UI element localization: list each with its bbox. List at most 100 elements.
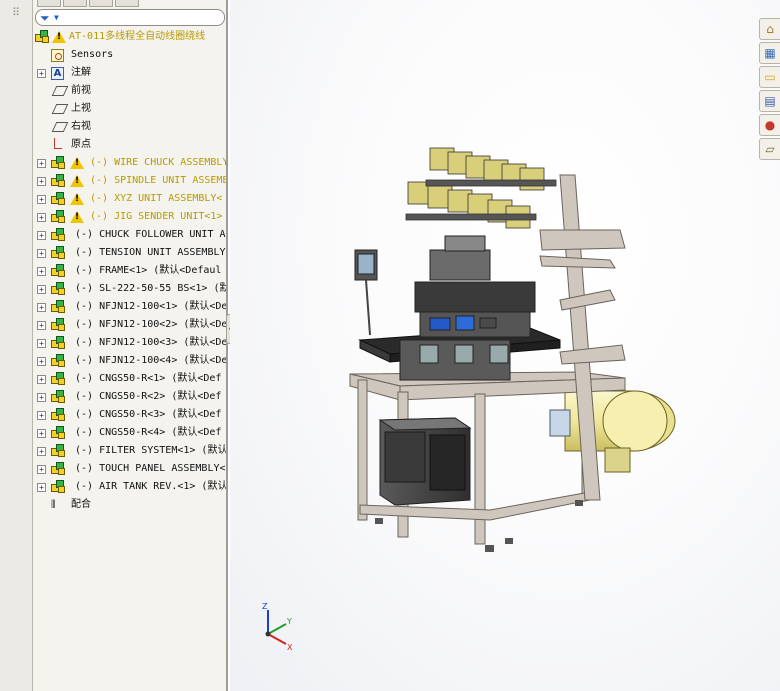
- tree-item[interactable]: + (-) NFJN12-100<3> (默认<De: [33, 334, 226, 352]
- tree-item[interactable]: + (-) CNGS50-R<2> (默认<Def: [33, 388, 226, 406]
- tree-item-label: (-) JIG SENDER UNIT<1>: [90, 211, 223, 222]
- tree-item[interactable]: + (-) JIG SENDER UNIT<1>: [33, 208, 226, 226]
- funnel-icon[interactable]: ⏷: [40, 11, 50, 25]
- expand-icon[interactable]: +: [37, 465, 46, 474]
- tree-filter-input[interactable]: ⏷ ▼: [35, 9, 225, 26]
- tree-item[interactable]: + (-) CNGS50-R<4> (默认<Def: [33, 424, 226, 442]
- tension-units[interactable]: [405, 147, 557, 229]
- tree-item[interactable]: + (-) TOUCH PANEL ASSEMBLY<: [33, 460, 226, 478]
- tree-item[interactable]: + (-) FILTER SYSTEM<1> (默认: [33, 442, 228, 460]
- display-manager-tab[interactable]: [115, 0, 139, 7]
- expand-icon[interactable]: +: [37, 411, 46, 420]
- warning-icon: [70, 175, 84, 187]
- axis-triad-icon: Z Y X: [262, 602, 293, 652]
- design-library-icon[interactable]: ▦: [759, 42, 780, 64]
- chevron-down-icon[interactable]: ▼: [54, 12, 59, 24]
- expand-icon[interactable]: +: [37, 321, 46, 330]
- touch-panel[interactable]: [354, 249, 378, 336]
- tree-item[interactable]: + (-) WIRE CHUCK ASSEMBLY: [33, 154, 228, 172]
- file-explorer-icon[interactable]: ▭: [759, 66, 780, 88]
- tree-item-label: (-) WIRE CHUCK ASSEMBLY: [90, 157, 228, 168]
- panel-grip-icon[interactable]: ⠿: [9, 6, 23, 34]
- feature-manager-tabs: [33, 0, 226, 7]
- feature-manager-tab[interactable]: [37, 0, 61, 7]
- subassembly-icon: [51, 336, 66, 350]
- plane-icon: [51, 104, 69, 114]
- home-icon[interactable]: ⌂: [759, 18, 780, 40]
- xyz-unit[interactable]: [399, 235, 536, 381]
- expand-icon[interactable]: +: [37, 69, 46, 78]
- graphics-area[interactable]: Z Y X: [230, 0, 780, 691]
- expand-icon[interactable]: +: [37, 177, 46, 186]
- annotation-icon: A: [51, 67, 64, 80]
- tree-item-label: (-) CNGS50-R<3> (默认<Def: [75, 409, 222, 420]
- tree-root-assembly[interactable]: AT-011多线程全自动线圈绕线: [33, 28, 226, 46]
- appearances-icon[interactable]: ●: [759, 114, 780, 136]
- expand-icon[interactable]: +: [37, 483, 46, 492]
- expand-icon[interactable]: +: [37, 159, 46, 168]
- tree-item-label: 注解: [71, 67, 91, 78]
- tree-item[interactable]: + (-) SL-222-50-55 BS<1> (默: [33, 280, 228, 298]
- custom-properties-icon[interactable]: ▱: [759, 138, 780, 160]
- tree-item-label: (-) NFJN12-100<1> (默认<De: [75, 301, 228, 312]
- property-manager-tab[interactable]: [63, 0, 87, 7]
- tree-item-label: (-) NFJN12-100<2> (默认<De: [75, 319, 228, 330]
- view-palette-icon[interactable]: ▤: [759, 90, 780, 112]
- subassembly-icon: [51, 318, 66, 332]
- expand-icon[interactable]: +: [37, 303, 46, 312]
- task-pane: ⌂ ▦ ▭ ▤ ● ▱: [759, 18, 780, 164]
- tree-item-label: (-) FRAME<1> (默认<Defaul: [75, 265, 222, 276]
- expand-icon[interactable]: +: [37, 231, 46, 240]
- tree-item[interactable]: ⫴ 配合: [33, 496, 226, 514]
- tree-item[interactable]: + (-) CHUCK FOLLOWER UNIT AS: [33, 226, 228, 244]
- expand-icon[interactable]: +: [37, 213, 46, 222]
- subassembly-icon: [51, 426, 66, 440]
- subassembly-icon: [51, 228, 66, 242]
- tree-item[interactable]: + (-) TENSION UNIT ASSEMBLY: [33, 244, 226, 262]
- expand-icon[interactable]: +: [37, 447, 46, 456]
- configuration-manager-tab[interactable]: [89, 0, 113, 7]
- expand-icon[interactable]: +: [37, 339, 46, 348]
- expand-icon[interactable]: +: [37, 357, 46, 366]
- warning-icon: [70, 193, 84, 205]
- tree-item[interactable]: 上视: [33, 100, 226, 118]
- sensor-icon: [51, 49, 64, 62]
- assembly-model-view[interactable]: [230, 0, 780, 691]
- tree-item[interactable]: + A 注解: [33, 64, 226, 82]
- tree-item[interactable]: + (-) SPINDLE UNIT ASSEMBLE: [33, 172, 226, 190]
- tree-item[interactable]: + (-) CNGS50-R<1> (默认<Def: [33, 370, 226, 388]
- expand-icon[interactable]: +: [37, 267, 46, 276]
- expand-icon[interactable]: +: [37, 429, 46, 438]
- warning-icon: [70, 211, 84, 223]
- left-edge-strip: ⠿: [0, 0, 33, 691]
- tree-item[interactable]: + (-) AIR TANK REV.<1> (默认: [33, 478, 226, 496]
- expand-icon[interactable]: +: [37, 195, 46, 204]
- expand-icon[interactable]: +: [37, 285, 46, 294]
- tree-item-label: (-) SL-222-50-55 BS<1> (默: [75, 283, 228, 294]
- tree-item-label: 上视: [71, 103, 91, 114]
- expand-icon[interactable]: +: [37, 393, 46, 402]
- feature-manager-tree: ⏷ ▼ AT-011多线程全自动线圈绕线 Sensors + A 注解前视上视右视原点…: [33, 0, 228, 691]
- tree-item[interactable]: + (-) NFJN12-100<2> (默认<De: [33, 316, 228, 334]
- subassembly-icon: [51, 390, 66, 404]
- expand-icon[interactable]: +: [37, 375, 46, 384]
- tree-item[interactable]: Sensors: [33, 46, 226, 64]
- tree-item[interactable]: 右视: [33, 118, 226, 136]
- subassembly-icon: [51, 372, 66, 386]
- tree-item[interactable]: 原点: [33, 136, 226, 154]
- tree-item[interactable]: + (-) NFJN12-100<4> (默认<De: [33, 352, 228, 370]
- tree-item-label: (-) FILTER SYSTEM<1> (默认: [75, 445, 228, 456]
- air-tank[interactable]: [549, 390, 676, 473]
- tree-item-label: (-) CNGS50-R<1> (默认<Def: [75, 373, 222, 384]
- expand-icon[interactable]: +: [37, 249, 46, 258]
- tree-item-label: (-) CHUCK FOLLOWER UNIT AS: [75, 229, 228, 240]
- control-cabinet[interactable]: [378, 417, 472, 506]
- tree-item[interactable]: + (-) FRAME<1> (默认<Defaul: [33, 262, 226, 280]
- tree-item[interactable]: + (-) CNGS50-R<3> (默认<Def: [33, 406, 226, 424]
- tree-item-label: (-) NFJN12-100<4> (默认<De: [75, 355, 228, 366]
- tree-item[interactable]: 前视: [33, 82, 226, 100]
- tree-item[interactable]: + (-) NFJN12-100<1> (默认<De: [33, 298, 228, 316]
- subassembly-icon: [51, 246, 66, 260]
- subassembly-icon: [51, 174, 66, 188]
- tree-item[interactable]: + (-) XYZ UNIT ASSEMBLY<: [33, 190, 226, 208]
